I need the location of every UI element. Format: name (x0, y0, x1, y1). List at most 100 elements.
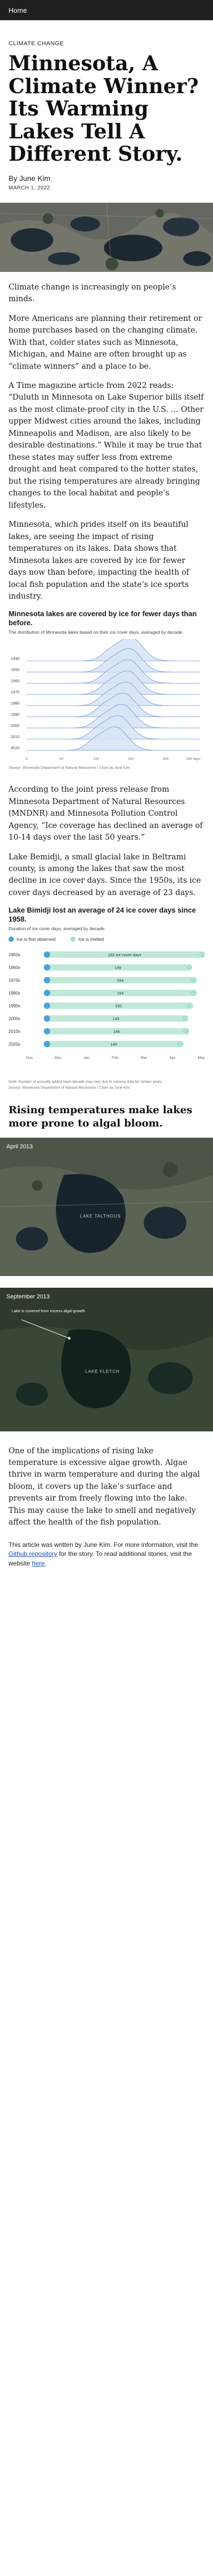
dot-value-label: 146 (113, 1029, 120, 1034)
home-link[interactable]: Home (9, 6, 27, 14)
ice-melted-point (186, 1003, 193, 1009)
ridge-row-label: 1940 (11, 656, 20, 661)
ice-first-point (44, 990, 51, 997)
dot-value-label: 163 ice cover days (108, 952, 142, 957)
ridge-chart-subtitle: The distribution of Minnesota lakes base… (9, 629, 184, 635)
top-nav: Home (0, 0, 213, 20)
ice-melted-point (177, 1041, 184, 1048)
website-link[interactable]: here (32, 1560, 45, 1567)
ice-melted-point (190, 990, 197, 997)
paragraph: Lake Bemidji, a small glacial lake in Be… (9, 852, 201, 897)
ridge-x-tick: 0 (26, 757, 28, 761)
footer-text-part: . (45, 1559, 47, 1567)
legend-melted-label: Ice is melted (78, 937, 104, 942)
dot-chart-subtitle: Duration of ice cover days, averaged by … (9, 926, 106, 932)
footer-text-part: This article was written by June Kim. Fo… (9, 1540, 199, 1548)
ice-melted-point (183, 1028, 190, 1035)
ridge-x-tick: 100 (93, 757, 99, 761)
ice-first-point (44, 1003, 51, 1009)
paragraph: Minnesota, which prides itself on its be… (9, 520, 190, 601)
ice-first-point (44, 977, 51, 984)
ice-first-point (44, 964, 51, 971)
ice-melted-point (182, 1015, 189, 1022)
dot-value-label: 150 (115, 1004, 122, 1008)
ridge-x-tick: 50 (60, 757, 64, 761)
paragraph: A Time magazine article from 2022 reads:… (9, 382, 204, 510)
paragraph: More Americans are planning their retire… (9, 314, 202, 371)
dot-chart-legend: Ice is first observed Ice is melted (9, 937, 204, 942)
section-heading: Rising temperatures make lakes more pron… (9, 1104, 193, 1129)
closing-text: One of the implications of rising lake t… (0, 1445, 213, 1529)
dot-row-label: 2000s (9, 1016, 20, 1021)
dot-value-label: 145 (113, 1016, 120, 1021)
article-byline: By June Kim (9, 173, 51, 183)
ridge-row-label: 2020 (11, 746, 20, 750)
legend-first-dot-icon (9, 937, 14, 942)
github-link[interactable]: Github repository (9, 1550, 57, 1558)
ridge-x-tick: 250 days (186, 757, 201, 761)
paragraph: Climate change is increasingly on people… (9, 283, 176, 304)
legend-item-melted: Ice is melted (70, 937, 104, 942)
dot-x-tick: Nov. (26, 1056, 34, 1060)
paragraph: According to the joint press release fro… (9, 785, 203, 842)
ice-first-point (44, 1015, 51, 1022)
dot-row-label: 1990s (9, 1004, 20, 1008)
ridge-row-label: 1950 (11, 667, 20, 672)
satellite-image-april: April 2013 LAKE TALTHOUS (0, 1137, 213, 1276)
dot-x-tick: Mar. (141, 1056, 148, 1060)
image-annotation: Lake is covered from excess algal growth (12, 1308, 85, 1313)
dot-x-tick: Dec. (54, 1056, 62, 1060)
intro-text: Climate change is increasingly on people… (0, 281, 213, 1090)
article-kicker: CLIMATE CHANGE (9, 40, 64, 47)
dot-value-label: 149 (114, 965, 121, 970)
dot-value-label: 154 (117, 991, 124, 996)
dot-value-label: 154 (117, 978, 124, 983)
ridge-row-label: 1990 (11, 712, 20, 717)
image-date-label: September 2013 (6, 1294, 50, 1300)
ridge-chart-title: Minnesota lakes are covered by ice for f… (9, 610, 197, 627)
image-date-label: April 2013 (6, 1144, 33, 1150)
paragraph: One of the implications of rising lake t… (9, 1446, 200, 1527)
ridge-chart-svg: 1940 1950 1960 1970 1980 1990 2000 2010 2020 0 50 1… (11, 639, 201, 761)
article-date: MARCH 1, 2022 (9, 185, 51, 191)
ice-melted-point (190, 977, 197, 984)
dot-chart-source: Source: Minnesota Department of Natural … (9, 1086, 130, 1090)
footer-text: This article was written by June Kim. Fo… (9, 1540, 204, 1568)
dot-row-label: 1950s (9, 952, 20, 957)
dot-row-label: 2010s (9, 1029, 20, 1034)
ridgeline-chart: Minnesota lakes are covered by ice for f… (9, 610, 204, 770)
ridge-area (27, 726, 200, 751)
dot-chart-svg: 1950s 163 ice cover days 1960s 149 1970s 154 1… (9, 951, 204, 1060)
ridge-row-label: 2000 (11, 723, 20, 728)
hero-satellite-image (0, 202, 213, 272)
dot-chart: Lake Bimidji lost an average of 24 ice c… (9, 906, 204, 1090)
legend-item-first: Ice is first observed (9, 937, 55, 942)
dot-chart-note: Note: Number of annually added each deca… (9, 1080, 163, 1084)
satellite-image-september: September 2013 Lake is covered from exce… (0, 1287, 213, 1431)
dot-value-label: 140 (110, 1042, 117, 1047)
ridge-x-tick: 150 (128, 757, 134, 761)
ice-first-point (44, 1041, 51, 1048)
ice-first-point (44, 1028, 51, 1035)
legend-melted-dot-icon (70, 937, 76, 942)
ridge-row-label: 1980 (11, 701, 20, 706)
dot-x-tick: Jan. (84, 1056, 91, 1060)
dot-row-label: 2020s (9, 1042, 20, 1047)
ridge-x-tick: 200 (162, 757, 168, 761)
ice-first-point (44, 951, 51, 958)
image-lake-label: LAKE TALTHOUS (80, 1214, 121, 1219)
dot-row-label: 1970s (9, 978, 20, 983)
dot-row-label: 1980s (9, 991, 20, 996)
ridge-row-label: 2010 (11, 734, 20, 739)
dot-row-label: 1960s (9, 965, 20, 970)
legend-first-label: Ice is first observed (17, 937, 56, 942)
dot-x-tick: Feb. (112, 1056, 119, 1060)
image-lake-label: LAKE FLETCH (85, 1369, 120, 1374)
dot-x-tick: May (198, 1056, 204, 1060)
article-footer: This article was written by June Kim. Fo… (0, 1540, 213, 1578)
ice-melted-point (185, 964, 192, 971)
ridge-row-label: 1970 (11, 690, 20, 694)
ridge-chart-source: Source: Minnesota Department of Natural … (9, 766, 130, 771)
article-title: Minnesota, A Climate Winner? Its Warming… (9, 51, 199, 166)
ridge-row-label: 1960 (11, 678, 20, 683)
